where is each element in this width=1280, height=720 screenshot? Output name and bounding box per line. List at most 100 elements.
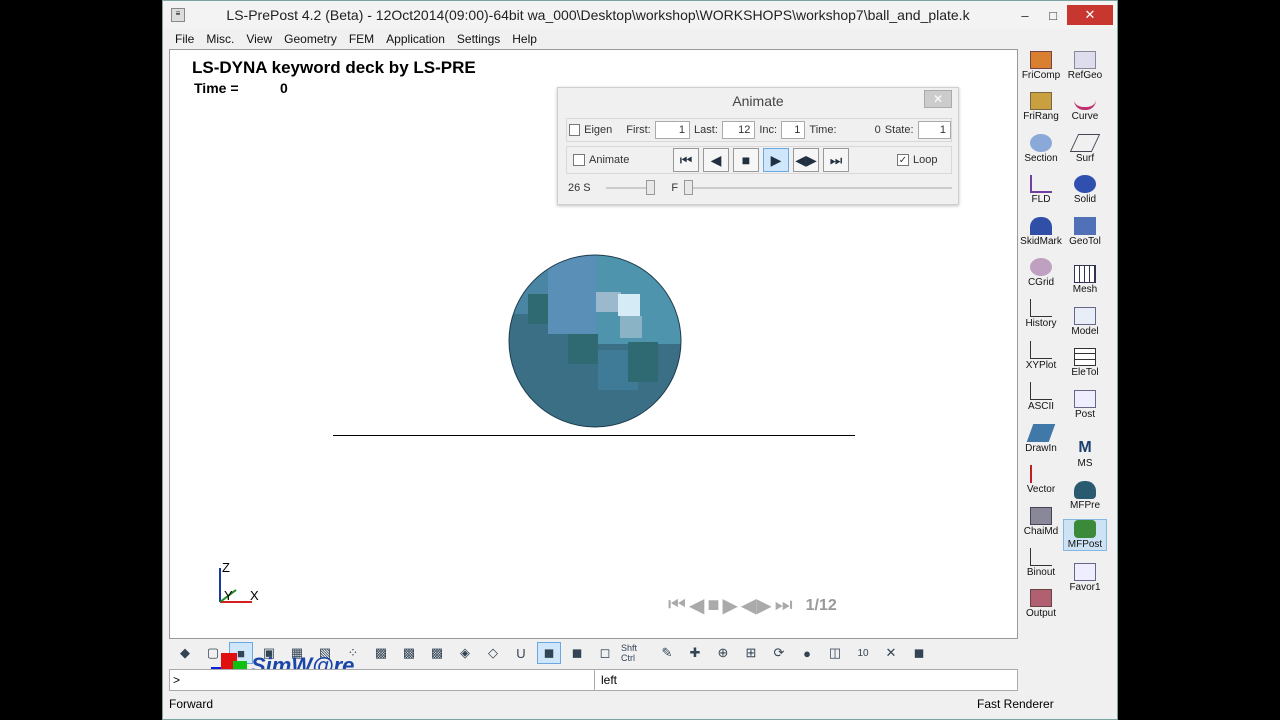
refgeo-icon [1074,51,1096,69]
rotate-icon[interactable]: ⟳ [767,642,791,664]
mesh3-cube-icon[interactable]: ▩ [425,642,449,664]
mesh2-cube-icon[interactable]: ▩ [397,642,421,664]
frame-slider[interactable] [684,180,952,195]
stop-icon[interactable]: ■ [707,594,719,617]
frame-slider-thumb[interactable] [684,180,694,195]
state-input[interactable]: 1 [917,121,952,139]
solid-blue-cube-icon[interactable]: ◼ [565,642,589,664]
last-state-button[interactable]: ⏭ [823,148,849,172]
tool-xyplot[interactable]: XYPlot [1019,341,1063,371]
shift-ctrl-button[interactable]: Shft Ctrl [621,642,651,664]
maximize-button[interactable]: □ [1039,5,1067,25]
tool-mfpost[interactable]: MFPost [1063,519,1107,551]
menu-geometry[interactable]: Geometry [278,30,343,48]
menu-settings[interactable]: Settings [451,30,506,48]
tool-refgeo[interactable]: RefGeo [1063,51,1107,81]
menu-file[interactable]: File [169,30,200,48]
tool-solid[interactable]: Solid [1063,175,1107,205]
tool-ms[interactable]: M MS [1063,439,1107,469]
zoom-in-icon[interactable]: ⊕ [711,642,735,664]
tool-frirang[interactable]: FriRang [1019,92,1063,122]
reverse-button[interactable]: ◀ [703,148,729,172]
tool-post[interactable]: Post [1063,390,1107,420]
bounce-icon[interactable]: ◀▶ [741,593,772,618]
tool-drawin[interactable]: DrawIn [1019,424,1063,454]
menu-application[interactable]: Application [380,30,451,48]
last-input[interactable]: 12 [721,121,756,139]
tool-ascii[interactable]: ASCII [1019,382,1063,412]
first-label: First: [626,124,651,136]
command-line[interactable]: > left [169,669,1018,691]
loop-checkbox[interactable]: ✓ [897,154,909,166]
menu-misc[interactable]: Misc. [200,30,240,48]
first-frame-icon[interactable]: ⏮ [668,594,686,617]
tool-model[interactable]: Model [1063,307,1107,337]
first-state-button[interactable]: ⏮ [673,148,699,172]
tool-geotol[interactable]: GeoTol [1063,217,1107,247]
frame-slider-label: F [671,182,679,194]
last-frame-icon[interactable]: ⏭ [775,594,793,617]
tool-output[interactable]: Output [1019,589,1063,619]
time-field-label: Time: [809,124,837,136]
menu-fem[interactable]: FEM [343,30,380,48]
eigen-checkbox[interactable] [569,124,581,136]
center-icon[interactable]: ✚ [683,642,707,664]
speed-slider-thumb[interactable] [645,180,655,195]
bounce-button[interactable]: ◀▶ [793,148,819,172]
mesh-cube-icon[interactable]: ▩ [369,642,393,664]
tool-vector[interactable]: Vector [1019,465,1063,495]
eletol-icon [1074,348,1096,366]
view-cube-icon[interactable]: ◫ [823,642,847,664]
ascii-icon [1030,382,1052,400]
tool-fricomp[interactable]: FriComp [1019,51,1063,81]
fringe-icon[interactable]: ◈ [453,642,477,664]
speed-label: 26 S [568,182,591,194]
tool-mesh[interactable]: Mesh [1063,265,1107,295]
tool-chaimd[interactable]: ChaiMd [1019,507,1063,537]
next-frame-icon[interactable]: ▶ [722,593,737,618]
tool-mfpre[interactable]: MFPre [1063,481,1107,511]
blue-cube-icon[interactable]: ◼ [537,642,561,664]
inc-input[interactable]: 1 [781,121,806,139]
prev-frame-icon[interactable]: ◀ [689,593,704,618]
tool-fld[interactable]: FLD [1019,175,1063,205]
tool-history[interactable]: History [1019,299,1063,329]
status-left: Forward [169,697,214,711]
mfpre-icon [1074,481,1096,499]
play-button[interactable]: ▶ [763,148,789,172]
u-icon[interactable]: U [509,642,533,664]
close-button[interactable]: ✕ [1067,5,1113,25]
tool-favor1[interactable]: Favor1 [1063,563,1107,593]
menu-view[interactable]: View [240,30,278,48]
contour-icon[interactable]: ◇ [481,642,505,664]
model-cube-icon[interactable]: ◼ [907,642,931,664]
loop-label: Loop [913,154,938,166]
tool-surf[interactable]: Surf [1063,134,1107,164]
speed-slider[interactable] [605,180,656,195]
tool-section[interactable]: Section [1019,134,1063,164]
tool-skidmark[interactable]: SkidMark [1019,217,1063,247]
fld-icon [1030,175,1052,193]
animate-dialog-close-button[interactable]: ✕ [924,90,952,108]
outline-cube-icon[interactable]: ◻ [593,642,617,664]
animate-dialog-title: Animate [732,93,784,109]
plate-line [333,435,855,436]
animate-checkbox[interactable] [573,154,585,166]
tool-binout[interactable]: Binout [1019,548,1063,578]
tool-cgrid[interactable]: CGrid [1019,258,1063,288]
render-icon[interactable]: ◆ [173,642,197,664]
zoom-value: 10 [857,647,869,659]
ball-model[interactable] [508,254,682,428]
tool-eletol[interactable]: EleTol [1063,348,1107,378]
stop-button[interactable]: ■ [733,148,759,172]
app-icon[interactable]: ≡ [171,8,185,22]
zoom-window-icon[interactable]: ⊞ [739,642,763,664]
menu-help[interactable]: Help [506,30,543,48]
first-input[interactable]: 1 [654,121,691,139]
axes-icon[interactable]: ✕ [879,642,903,664]
globe-icon[interactable]: ● [795,642,819,664]
minimize-button[interactable]: – [1011,5,1039,25]
pencil-icon[interactable]: ✎ [655,642,679,664]
tool-curve[interactable]: Curve [1063,92,1107,122]
graphics-canvas[interactable]: LS-DYNA keyword deck by LS-PRE Time = 0 [169,49,1018,639]
